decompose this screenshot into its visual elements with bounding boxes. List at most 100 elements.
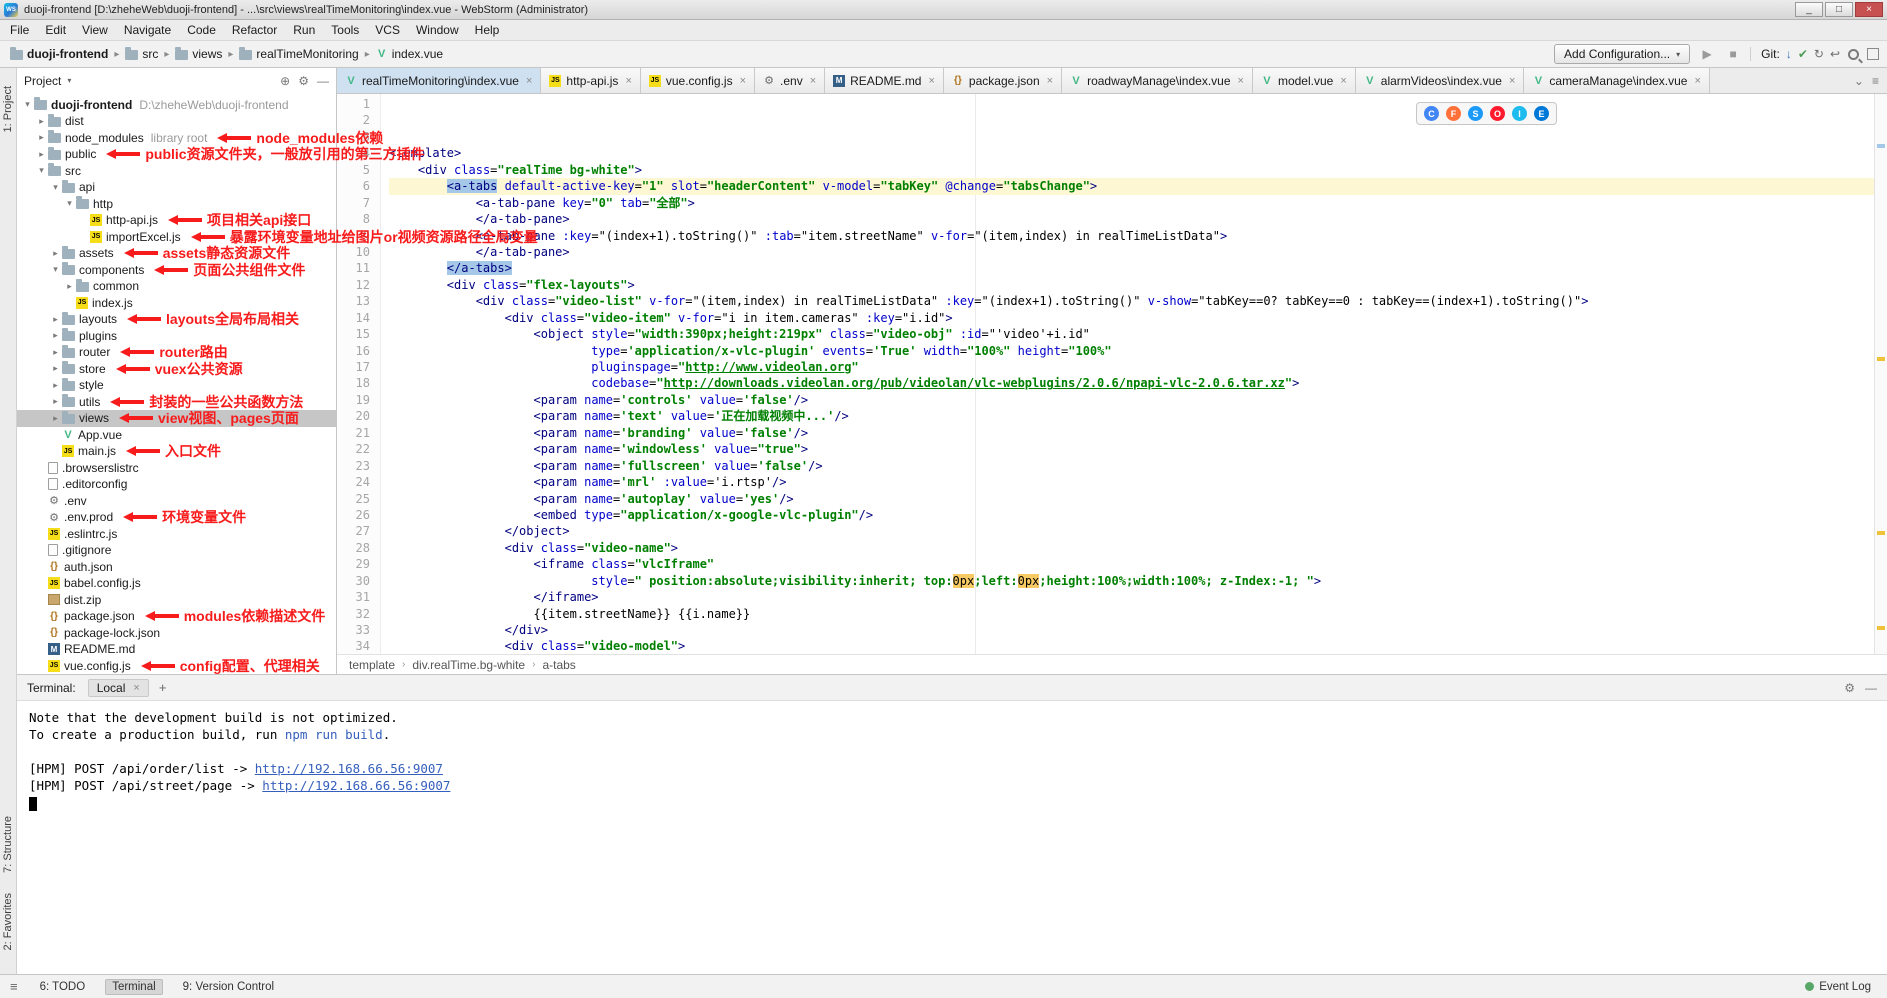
- chevron-right-icon[interactable]: ▸: [49, 248, 62, 259]
- chevron-down-icon[interactable]: ▾: [63, 198, 76, 209]
- menu-item-code[interactable]: Code: [179, 21, 224, 39]
- terminal-tab-local[interactable]: Local ×: [88, 679, 149, 697]
- breadcrumb-item[interactable]: src: [123, 46, 160, 62]
- menu-item-window[interactable]: Window: [408, 21, 467, 39]
- breadcrumb-item[interactable]: duoji-frontend: [8, 46, 110, 62]
- breadcrumb-item[interactable]: Vindex.vue: [374, 46, 445, 62]
- run-icon[interactable]: ▶: [1698, 47, 1716, 61]
- tool-window-button-7-structure[interactable]: 7: Structure: [2, 816, 14, 873]
- terminal-output[interactable]: Note that the development build is not o…: [17, 701, 1887, 974]
- menu-item-help[interactable]: Help: [467, 21, 508, 39]
- menu-item-view[interactable]: View: [74, 21, 116, 39]
- chevron-right-icon[interactable]: ▸: [35, 132, 48, 143]
- chevron-right-icon[interactable]: ▸: [49, 363, 62, 374]
- status-bar-item-6-todo[interactable]: 6: TODO: [34, 980, 92, 994]
- editor-tab[interactable]: MREADME.md×: [825, 68, 944, 93]
- tree-row[interactable]: JSvue.config.jsconfig配置、代理相关: [17, 658, 336, 675]
- chevron-down-icon[interactable]: ▾: [35, 165, 48, 176]
- tree-row[interactable]: JSbabel.config.js: [17, 575, 336, 592]
- close-icon[interactable]: ×: [526, 75, 532, 87]
- close-icon[interactable]: ×: [1509, 75, 1515, 87]
- tree-row[interactable]: ▾api: [17, 179, 336, 196]
- tool-window-button-1-project[interactable]: 1: Project: [2, 86, 14, 132]
- close-icon[interactable]: ×: [1340, 75, 1346, 87]
- menu-item-refactor[interactable]: Refactor: [224, 21, 285, 39]
- editor-breadcrumb-item[interactable]: template: [349, 658, 395, 672]
- editor-breadcrumb-item[interactable]: div.realTime.bg-white: [412, 658, 525, 672]
- menu-item-file[interactable]: File: [2, 21, 37, 39]
- breadcrumb-item[interactable]: realTimeMonitoring: [237, 46, 360, 62]
- chevron-right-icon[interactable]: ▸: [49, 413, 62, 424]
- gear-icon[interactable]: ⚙: [1844, 681, 1855, 695]
- chevron-right-icon[interactable]: ▸: [35, 116, 48, 127]
- chevron-right-icon[interactable]: ▸: [35, 149, 48, 160]
- tab-list-icon[interactable]: ≡: [1872, 74, 1879, 88]
- editor-tab[interactable]: VcameraManage\index.vue×: [1524, 68, 1710, 93]
- chevron-right-icon[interactable]: ▸: [49, 347, 62, 358]
- chevron-down-icon[interactable]: ▾: [49, 264, 62, 275]
- minimize-panel-icon[interactable]: —: [1865, 681, 1877, 695]
- status-bar-item-terminal[interactable]: Terminal: [105, 979, 162, 995]
- rollback-icon[interactable]: ↩: [1830, 47, 1840, 61]
- new-terminal-button[interactable]: +: [159, 680, 167, 695]
- tree-row[interactable]: ▾duoji-frontend D:\zheheWeb\duoji-fronte…: [17, 97, 336, 114]
- chevron-right-icon[interactable]: ▸: [49, 330, 62, 341]
- editor-breadcrumb-item[interactable]: a-tabs: [542, 658, 575, 672]
- close-button[interactable]: ×: [1855, 2, 1883, 17]
- tree-row[interactable]: .gitignore: [17, 542, 336, 559]
- menu-item-run[interactable]: Run: [285, 21, 323, 39]
- chevron-down-icon[interactable]: ▾: [21, 99, 34, 110]
- history-icon[interactable]: ↻: [1814, 47, 1824, 61]
- chevron-down-icon[interactable]: ⌄: [1854, 74, 1864, 88]
- chrome-browser-icon[interactable]: C: [1424, 106, 1439, 121]
- ie-browser-icon[interactable]: I: [1512, 106, 1527, 121]
- status-bar-item-event-log[interactable]: Event Log: [1799, 980, 1877, 994]
- editor-tab[interactable]: ⚙.env×: [755, 68, 825, 93]
- debug-icon[interactable]: ■: [1724, 47, 1742, 61]
- close-icon[interactable]: ×: [1047, 75, 1053, 87]
- close-icon[interactable]: ×: [1694, 75, 1700, 87]
- tree-row[interactable]: ▾components页面公共组件文件: [17, 262, 336, 279]
- project-panel-title[interactable]: Project: [24, 74, 61, 88]
- chevron-right-icon[interactable]: ▸: [63, 281, 76, 292]
- terminal-link[interactable]: http://192.168.66.56:9007: [262, 778, 450, 793]
- update-icon[interactable]: ↓: [1786, 47, 1792, 61]
- editor-tab[interactable]: {}package.json×: [944, 68, 1062, 93]
- terminal-link[interactable]: http://192.168.66.56:9007: [255, 761, 443, 776]
- tree-row[interactable]: ▸viewsview视图、pages页面: [17, 410, 336, 427]
- close-icon[interactable]: ×: [740, 75, 746, 87]
- tree-row[interactable]: ▸storevuex公共资源: [17, 361, 336, 378]
- close-icon[interactable]: ×: [1238, 75, 1244, 87]
- tree-row[interactable]: .browserslistrc: [17, 460, 336, 477]
- add-configuration-button[interactable]: Add Configuration... ▾: [1554, 44, 1690, 64]
- close-icon[interactable]: ×: [928, 75, 934, 87]
- editor-tab[interactable]: JSvue.config.js×: [641, 68, 755, 93]
- scrollbar-error-stripe[interactable]: [1874, 94, 1887, 654]
- tree-row[interactable]: {}package-lock.json: [17, 625, 336, 642]
- tree-row[interactable]: JSmain.js入口文件: [17, 443, 336, 460]
- close-icon[interactable]: ×: [133, 682, 139, 694]
- menu-item-navigate[interactable]: Navigate: [116, 21, 179, 39]
- code-content[interactable]: <template> <div class="realTime bg-white…: [381, 94, 1874, 654]
- maximize-button[interactable]: □: [1825, 2, 1853, 17]
- close-icon[interactable]: ×: [810, 75, 816, 87]
- editor-tab[interactable]: VroadwayManage\index.vue×: [1062, 68, 1253, 93]
- opera-browser-icon[interactable]: O: [1490, 106, 1505, 121]
- tree-row[interactable]: {}package.jsonmodules依赖描述文件: [17, 608, 336, 625]
- tree-row[interactable]: .editorconfig: [17, 476, 336, 493]
- editor-tab[interactable]: Vmodel.vue×: [1253, 68, 1356, 93]
- chevron-down-icon[interactable]: ▾: [67, 76, 71, 85]
- locate-icon[interactable]: ⊕: [280, 74, 290, 88]
- editor-tab[interactable]: ValarmVideos\index.vue×: [1356, 68, 1525, 93]
- tree-row[interactable]: {}auth.json: [17, 559, 336, 576]
- menu-item-edit[interactable]: Edit: [37, 21, 74, 39]
- tool-windows-toggle-icon[interactable]: ≡: [10, 979, 18, 994]
- tree-row[interactable]: ▸layoutslayouts全局布局相关: [17, 311, 336, 328]
- search-everywhere-icon[interactable]: [1848, 49, 1859, 60]
- firefox-browser-icon[interactable]: F: [1446, 106, 1461, 121]
- hide-panel-icon[interactable]: —: [317, 74, 329, 88]
- minimize-button[interactable]: _: [1795, 2, 1823, 17]
- close-icon[interactable]: ×: [625, 75, 631, 87]
- editor-tab[interactable]: JShttp-api.js×: [541, 68, 640, 93]
- tree-row[interactable]: ⚙.env.prod环境变量文件: [17, 509, 336, 526]
